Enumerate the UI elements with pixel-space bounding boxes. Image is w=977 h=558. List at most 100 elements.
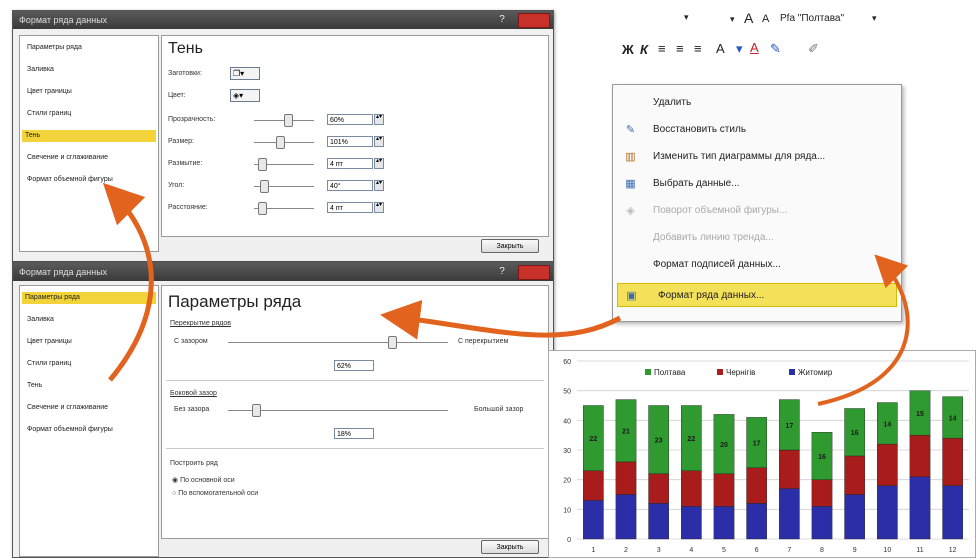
nav-item-glow[interactable]: Свечение и сглаживание bbox=[24, 152, 111, 164]
angle-spinner[interactable]: ▴▾ bbox=[374, 180, 384, 191]
distance-thumb[interactable] bbox=[258, 202, 267, 215]
blur-spinner[interactable]: ▴▾ bbox=[374, 158, 384, 169]
panel-heading: Тень bbox=[168, 40, 203, 57]
format-series-dialog-shadow: Формат ряда данных ? Параметры ряда Зали… bbox=[12, 10, 554, 262]
gap-thumb[interactable] bbox=[252, 404, 261, 417]
dropdown-arrow-icon[interactable]: ▾ bbox=[684, 12, 689, 23]
radio-primary-axis[interactable]: ◉ По основной оси bbox=[172, 476, 235, 484]
fill-color-icon[interactable]: ▾ bbox=[736, 41, 743, 57]
shadow-color-picker[interactable]: ◈▾ bbox=[230, 89, 260, 102]
nav-item-3d-format[interactable]: Формат объемной фигуры bbox=[24, 174, 116, 186]
transparency-thumb[interactable] bbox=[284, 114, 293, 127]
dialog-title: Формат ряда данных bbox=[19, 15, 108, 25]
help-button[interactable]: ? bbox=[495, 13, 509, 26]
overlap-slider[interactable] bbox=[228, 342, 448, 343]
preset-picker[interactable]: ❐▾ bbox=[230, 67, 260, 80]
size-spinner[interactable]: ▴▾ bbox=[374, 136, 384, 147]
shadow-panel: Тень Заготовки: ❐▾ Цвет: ◈▾ Прозрачность… bbox=[161, 35, 549, 237]
gap-input[interactable]: 18% bbox=[334, 428, 374, 439]
data-label: 22 bbox=[589, 436, 597, 443]
plot-on-label: Построить ряд bbox=[170, 460, 218, 467]
dialog-titlebar[interactable]: Формат ряда данных ? bbox=[13, 263, 553, 281]
chart-area[interactable]: 0 10 20 30 40 50 60 22 1 21 2 23 3 22 4 20 5 17 6 17 7 16 8 16 9… bbox=[548, 350, 976, 558]
nav-item-border-styles[interactable]: Стили границ bbox=[24, 358, 74, 370]
x-tick-label: 2 bbox=[624, 547, 628, 554]
dialog-title: Формат ряда данных bbox=[19, 267, 108, 277]
menu-label: Добавить линию тренда... bbox=[653, 232, 774, 243]
distance-input[interactable]: 4 пт bbox=[327, 202, 373, 213]
close-button[interactable]: Закрыть bbox=[481, 239, 539, 253]
align-right-icon[interactable]: ≡ bbox=[694, 41, 702, 56]
nav-item-shadow[interactable]: Тень bbox=[22, 130, 156, 142]
menu-item-format-data-labels[interactable]: Формат подписей данных... bbox=[613, 253, 901, 277]
menu-label: Формат подписей данных... bbox=[653, 259, 781, 270]
shrink-font-button[interactable]: A bbox=[762, 13, 769, 25]
close-window-button[interactable] bbox=[518, 13, 550, 28]
menu-item-format-data-series[interactable]: ▣ Формат ряда данных... bbox=[617, 283, 897, 307]
bar-segment bbox=[583, 470, 604, 501]
blur-input[interactable]: 4 пт bbox=[327, 158, 373, 169]
menu-item-reset-style[interactable]: ✎ Восстановить стиль bbox=[613, 118, 901, 142]
nav-item-border-color[interactable]: Цвет границы bbox=[24, 336, 75, 348]
font-size-dropdown[interactable]: ▾ bbox=[730, 14, 735, 25]
italic-button[interactable]: К bbox=[640, 42, 648, 57]
blur-thumb[interactable] bbox=[258, 158, 267, 171]
menu-item-3d-rotation[interactable]: ◈ Поворот объемной фигуры... bbox=[613, 199, 901, 223]
font-name-box[interactable]: Pfa "Полтава" bbox=[780, 13, 844, 24]
bar-segment bbox=[583, 500, 604, 540]
dialog-titlebar[interactable]: Формат ряда данных ? bbox=[13, 11, 553, 29]
radio-secondary-axis[interactable]: ○ По вспомогательной оси bbox=[172, 490, 258, 497]
gap-slider[interactable] bbox=[228, 410, 448, 411]
radio-secondary-label: По вспомогательной оси bbox=[178, 490, 259, 497]
nav-item-fill[interactable]: Заливка bbox=[24, 314, 57, 326]
overlap-input[interactable]: 62% bbox=[334, 360, 374, 371]
gap-label: Боковой зазор bbox=[170, 390, 217, 397]
data-label: 23 bbox=[655, 438, 663, 445]
y-tick-label: 60 bbox=[563, 359, 571, 366]
menu-label: Изменить тип диаграммы для ряда... bbox=[653, 151, 826, 162]
nav-item-border-color[interactable]: Цвет границы bbox=[24, 86, 75, 98]
format-painter-icon[interactable]: ✐ bbox=[808, 41, 819, 57]
highlight-icon[interactable]: ✎ bbox=[770, 41, 781, 57]
size-input[interactable]: 101% bbox=[327, 136, 373, 147]
angle-thumb[interactable] bbox=[260, 180, 269, 193]
nav-item-3d-format[interactable]: Формат объемной фигуры bbox=[24, 424, 116, 436]
transparency-input[interactable]: 60% bbox=[327, 114, 373, 125]
separator bbox=[166, 448, 544, 449]
nav-item-series-options[interactable]: Параметры ряда bbox=[22, 292, 156, 304]
x-tick-label: 9 bbox=[853, 547, 857, 554]
font-color-a-icon[interactable]: A bbox=[716, 41, 725, 56]
size-thumb[interactable] bbox=[276, 136, 285, 149]
close-window-button[interactable] bbox=[518, 265, 550, 280]
nav-item-border-styles[interactable]: Стили границ bbox=[24, 108, 74, 120]
distance-spinner[interactable]: ▴▾ bbox=[374, 202, 384, 213]
align-left-icon[interactable]: ≡ bbox=[658, 41, 666, 56]
transparency-spinner[interactable]: ▴▾ bbox=[374, 114, 384, 125]
data-label: 15 bbox=[916, 411, 924, 418]
menu-item-delete[interactable]: Удалить bbox=[613, 91, 901, 115]
x-tick-label: 4 bbox=[689, 547, 693, 554]
y-tick-label: 50 bbox=[563, 389, 571, 396]
align-center-icon[interactable]: ≡ bbox=[676, 41, 684, 56]
y-tick-label: 10 bbox=[563, 507, 571, 514]
transparency-label: Прозрачность: bbox=[168, 116, 216, 123]
bar-segment bbox=[844, 494, 865, 540]
nav-item-fill[interactable]: Заливка bbox=[24, 64, 57, 76]
bold-button[interactable]: Ж bbox=[622, 42, 634, 57]
help-button[interactable]: ? bbox=[495, 265, 509, 278]
bar-segment bbox=[648, 503, 669, 540]
overlap-thumb[interactable] bbox=[388, 336, 397, 349]
menu-item-add-trendline[interactable]: Добавить линию тренда... bbox=[613, 226, 901, 250]
nav-item-series-options[interactable]: Параметры ряда bbox=[24, 42, 85, 54]
menu-item-select-data[interactable]: ▦ Выбрать данные... bbox=[613, 172, 901, 196]
font-dropdown-icon[interactable]: ▾ bbox=[872, 13, 877, 24]
menu-item-change-chart-type[interactable]: ▥ Изменить тип диаграммы для ряда... bbox=[613, 145, 901, 169]
grow-font-button[interactable]: A bbox=[744, 10, 753, 26]
close-button[interactable]: Закрыть bbox=[481, 540, 539, 554]
angle-input[interactable]: 40° bbox=[327, 180, 373, 191]
bar-segment bbox=[681, 506, 702, 540]
font-color-icon[interactable]: A bbox=[750, 40, 759, 55]
nav-item-shadow[interactable]: Тень bbox=[24, 380, 45, 392]
nav-item-glow[interactable]: Свечение и сглаживание bbox=[24, 402, 111, 414]
data-label: 14 bbox=[883, 421, 891, 428]
